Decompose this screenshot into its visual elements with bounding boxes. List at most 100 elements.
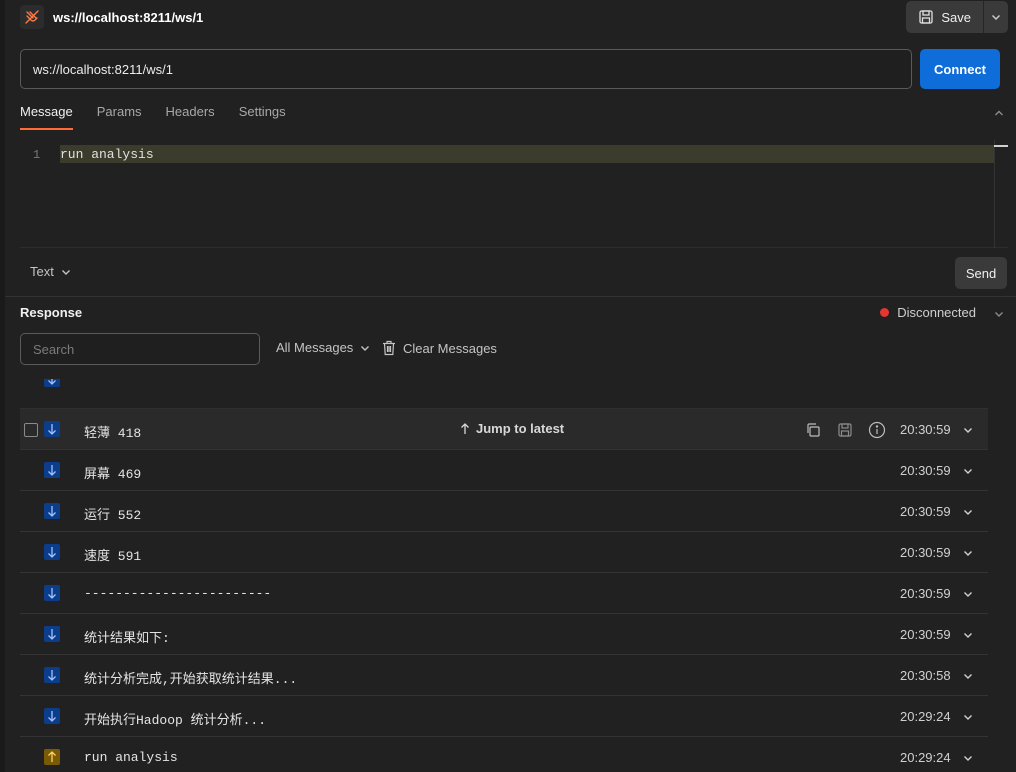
status-dot (880, 308, 890, 317)
search-input[interactable] (20, 333, 260, 365)
status-text: Disconnected (897, 305, 976, 320)
incoming-arrow-icon (44, 503, 60, 519)
chevron-down-icon (964, 510, 972, 515)
message-text: 运行 552 (84, 508, 142, 523)
chevron-down-icon (995, 312, 1003, 317)
partial-row (20, 379, 988, 409)
message-text: 统计分析完成,开始获取统计结果... (84, 672, 298, 687)
message-text: ------------------------ (84, 586, 272, 601)
message-row[interactable]: 轻薄 418 Jump to latest 20:30:59 (20, 409, 988, 450)
request-tab-bar: ws://localhost:8211/ws/1 Save (20, 0, 1008, 34)
message-text: 屏幕 469 (84, 467, 142, 482)
message-row[interactable]: 速度 591 20:30:59 (20, 532, 988, 573)
save-icon (919, 10, 934, 24)
url-input[interactable] (20, 49, 912, 89)
message-row[interactable]: run analysis 20:29:24 (20, 737, 988, 772)
expand-row-button[interactable] (962, 670, 974, 685)
chevron-down-icon (964, 428, 972, 433)
clear-messages-button[interactable]: Clear Messages (382, 340, 497, 356)
tab-headers[interactable]: Headers (166, 104, 215, 130)
message-time: 20:30:59 (900, 627, 951, 642)
message-editor[interactable]: 1 run analysis (20, 140, 1008, 248)
trash-icon (383, 340, 395, 356)
chevron-down-icon (964, 469, 972, 474)
collapse-response-button[interactable] (993, 308, 1005, 323)
message-text: 统计结果如下: (84, 631, 170, 646)
request-title: ws://localhost:8211/ws/1 (53, 9, 204, 25)
send-button[interactable]: Send (955, 257, 1007, 289)
incoming-arrow-icon (44, 379, 60, 387)
message-format-select[interactable]: Text (30, 264, 72, 279)
message-row[interactable]: ------------------------ 20:30:59 (20, 573, 988, 614)
chevron-down-icon (992, 15, 1000, 20)
message-row[interactable]: 开始执行Hadoop 统计分析... 20:29:24 (20, 696, 988, 737)
response-title: Response (20, 305, 83, 320)
tab-message[interactable]: Message (20, 104, 73, 130)
message-time: 20:30:59 (900, 586, 951, 601)
message-row[interactable]: 统计结果如下: 20:30:59 (20, 614, 988, 655)
incoming-arrow-icon (44, 462, 60, 478)
connect-button[interactable]: Connect (920, 49, 1000, 89)
message-filter-select[interactable]: All Messages (276, 340, 371, 355)
chevron-down-icon (964, 592, 972, 597)
line-number: 1 (33, 148, 41, 162)
editor-scrollbar[interactable] (994, 145, 1008, 147)
chevron-down-icon (964, 715, 972, 720)
expand-row-button[interactable] (962, 588, 974, 603)
message-row[interactable]: 屏幕 469 20:30:59 (20, 450, 988, 491)
message-list: 轻薄 418 Jump to latest 20:30:59 屏幕 469 20:30:… (20, 379, 988, 772)
expand-row-button[interactable] (962, 506, 974, 521)
save-label: Save (941, 9, 971, 25)
expand-row-button[interactable] (962, 711, 974, 726)
jump-to-latest-label: Jump to latest (476, 421, 565, 436)
chevron-down-icon (964, 674, 972, 679)
editor-line[interactable]: run analysis (60, 147, 154, 162)
row-checkbox[interactable] (24, 423, 38, 437)
chevron-down-icon (964, 756, 972, 761)
filter-label: All Messages (276, 340, 354, 355)
message-time: 20:30:59 (900, 545, 951, 560)
info-icon[interactable] (868, 421, 886, 439)
connection-status: Disconnected (880, 305, 976, 320)
message-text: 轻薄 418 (84, 426, 142, 441)
left-edge (0, 0, 5, 772)
editor-scrollbar-track (994, 140, 995, 248)
incoming-arrow-icon (44, 421, 60, 437)
tab-settings[interactable]: Settings (239, 104, 286, 130)
expand-row-button[interactable] (962, 465, 974, 480)
message-row[interactable]: 统计分析完成,开始获取统计结果... 20:30:58 (20, 655, 988, 696)
message-time: 20:30:58 (900, 668, 951, 683)
jump-to-latest-button[interactable]: Jump to latest (460, 421, 564, 436)
chevron-down-icon (964, 633, 972, 638)
save-message-icon[interactable] (836, 421, 854, 439)
expand-row-button[interactable] (962, 629, 974, 644)
incoming-arrow-icon (44, 708, 60, 724)
incoming-arrow-icon (44, 626, 60, 642)
outgoing-arrow-icon (44, 749, 60, 765)
row-actions (804, 421, 886, 439)
save-button[interactable]: Save (906, 1, 983, 33)
tab-params[interactable]: Params (97, 104, 142, 130)
save-options-button[interactable] (983, 1, 1008, 33)
chevron-down-icon (61, 269, 70, 275)
save-group: Save (906, 1, 1008, 33)
expand-row-button[interactable] (962, 547, 974, 562)
message-row[interactable]: 运行 552 20:30:59 (20, 491, 988, 532)
message-time: 20:30:59 (900, 463, 951, 478)
websocket-icon (20, 5, 44, 29)
section-divider (5, 296, 1016, 297)
chevron-down-icon (361, 345, 370, 351)
copy-icon[interactable] (804, 421, 822, 439)
message-text: run analysis (84, 750, 178, 765)
message-list-scrollbar[interactable] (1004, 380, 1008, 772)
request-tabs: Message Params Headers Settings (20, 104, 286, 130)
collapse-request-button[interactable] (993, 107, 1005, 122)
incoming-arrow-icon (44, 667, 60, 683)
message-time: 20:30:59 (900, 504, 951, 519)
active-line-highlight (60, 145, 994, 163)
arrow-up-icon (461, 422, 469, 434)
expand-row-button[interactable] (962, 424, 974, 439)
chevron-down-icon (964, 551, 972, 556)
expand-row-button[interactable] (962, 752, 974, 767)
message-text: 速度 591 (84, 549, 142, 564)
